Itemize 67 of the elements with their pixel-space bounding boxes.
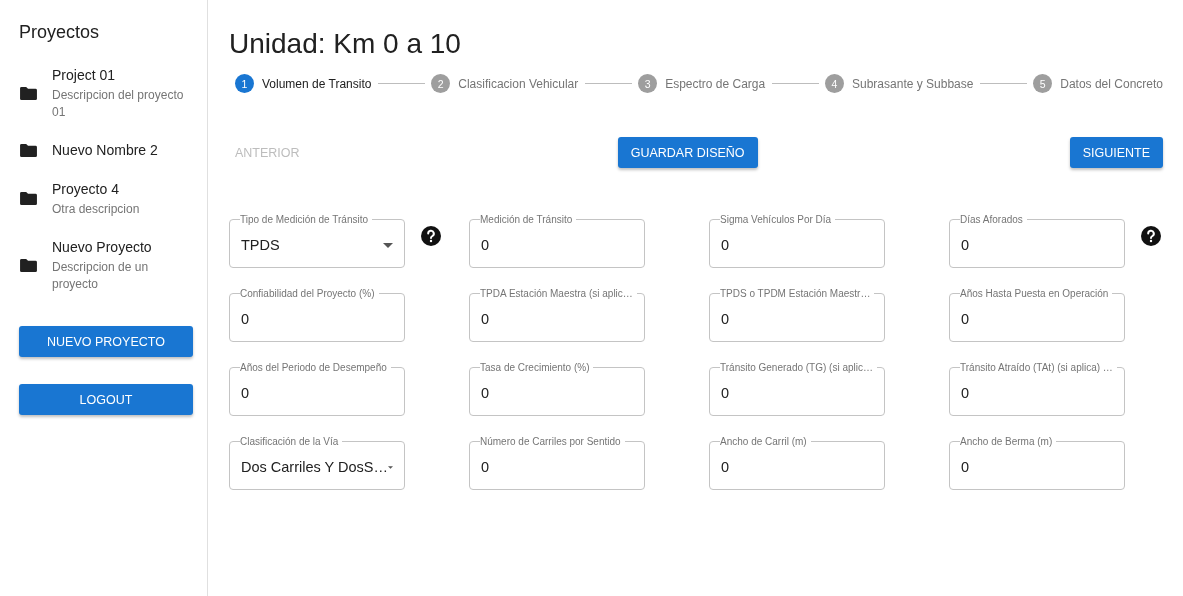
input-field[interactable]: Medición de Tránsito 0 (469, 214, 645, 268)
field-label: Ancho de Carril (m) (720, 436, 808, 447)
step-number: 2 (431, 74, 451, 93)
input-field[interactable]: Años del Periodo de Desempeño 0 (229, 362, 405, 416)
action-button[interactable]: SIGUIENTE (1069, 137, 1163, 168)
project-description: Descripcion de un proyecto (52, 259, 150, 293)
folder-icon (19, 257, 38, 273)
field-label: TPDA Estación Maestra (si aplic… (480, 288, 634, 299)
project-item[interactable]: Nuevo Nombre 2 (19, 140, 207, 160)
folder-icon (19, 85, 38, 101)
project-name: Nuevo Nombre 2 (52, 141, 159, 160)
input-field[interactable]: Sigma Vehículos Por Día 0 (709, 214, 885, 268)
step-number: 4 (825, 74, 844, 93)
sidebar-title: Proyectos (19, 22, 101, 43)
input-field[interactable]: TPDS o TPDM Estación Maestr… 0 (709, 288, 885, 342)
input-field[interactable]: TPDA Estación Maestra (si aplic… 0 (469, 288, 645, 342)
step-tab[interactable]: 2 Clasificacion Vehicular (425, 74, 579, 93)
project-description: Otra descripcion (52, 201, 141, 218)
field-label: Número de Carriles por Sentido (480, 436, 622, 447)
step-number: 1 (235, 74, 254, 93)
step-tab[interactable]: 3 Espectro de Carga (632, 74, 766, 93)
folder-icon (19, 142, 38, 158)
project-item[interactable]: Nuevo Proyecto Descripcion de un proyecto (19, 237, 207, 293)
input-field[interactable]: Tránsito Atraído (TAt) (si aplica) … 0 (949, 362, 1125, 416)
step-tab[interactable]: 1 Volumen de Transito (229, 74, 372, 93)
field-label: Confiabilidad del Proyecto (%) (240, 288, 376, 299)
step-tab[interactable]: 5 Datos del Concreto (1027, 74, 1163, 93)
sidebar-button[interactable]: NUEVO PROYECTO (19, 326, 193, 357)
caret-icon (383, 242, 393, 248)
page-title: Unidad: Km 0 a 10 (229, 28, 462, 60)
field-label: Clasificación de la Vía (240, 436, 340, 447)
field-label: TPDS o TPDM Estación Maestr… (720, 288, 872, 299)
project-item[interactable]: Project 01 Descripcion del proyecto 01 (19, 65, 207, 121)
select-field[interactable]: Clasificación de la Vía Dos Carriles Y DosS… (229, 436, 405, 490)
input-field[interactable]: Tránsito Generado (TG) (si aplic… 0 (709, 362, 885, 416)
select-field[interactable]: Tipo de Medición de Tránsito TPDS (229, 214, 405, 268)
field-label: Días Aforados (960, 214, 1024, 225)
step-number: 5 (1033, 74, 1053, 93)
help-icon[interactable] (1141, 226, 1161, 246)
project-name: Project 01 (52, 66, 117, 85)
input-field[interactable]: Días Aforados 0 (949, 214, 1125, 268)
project-item[interactable]: Proyecto 4 Otra descripcion (19, 179, 207, 218)
field-label: Años del Periodo de Desempeño (240, 362, 388, 373)
input-field[interactable]: Número de Carriles por Sentido 0 (469, 436, 645, 490)
input-field[interactable]: Confiabilidad del Proyecto (%) 0 (229, 288, 405, 342)
project-name: Nuevo Proyecto (52, 238, 153, 257)
field-label: Medición de Tránsito (480, 214, 574, 225)
caret-icon (387, 464, 393, 470)
step-tab[interactable]: 4 Subrasante y Subbase (819, 74, 974, 93)
field-label: Años Hasta Puesta en Operación (960, 288, 1110, 299)
input-field[interactable]: Tasa de Crecimiento (%) 0 (469, 362, 645, 416)
input-field[interactable]: Años Hasta Puesta en Operación 0 (949, 288, 1125, 342)
field-label: Sigma Vehículos Por Día (720, 214, 833, 225)
field-label: Tránsito Generado (TG) (si aplic… (720, 362, 874, 373)
sidebar-button[interactable]: LOGOUT (19, 384, 193, 415)
help-icon[interactable] (421, 226, 441, 246)
field-label: Tránsito Atraído (TAt) (si aplica) … (960, 362, 1114, 373)
action-button[interactable]: GUARDAR DISEÑO (617, 137, 758, 168)
folder-icon (19, 191, 38, 206)
field-label: Tipo de Medición de Tránsito (240, 214, 370, 225)
input-field[interactable]: Ancho de Carril (m) 0 (709, 436, 885, 490)
project-description: Descripcion del proyecto 01 (52, 87, 185, 121)
input-field[interactable]: Ancho de Berma (m) 0 (949, 436, 1125, 490)
field-label: Tasa de Crecimiento (%) (480, 362, 591, 373)
project-name: Proyecto 4 (52, 180, 120, 199)
step-number: 3 (638, 74, 658, 93)
field-label: Ancho de Berma (m) (960, 436, 1054, 447)
